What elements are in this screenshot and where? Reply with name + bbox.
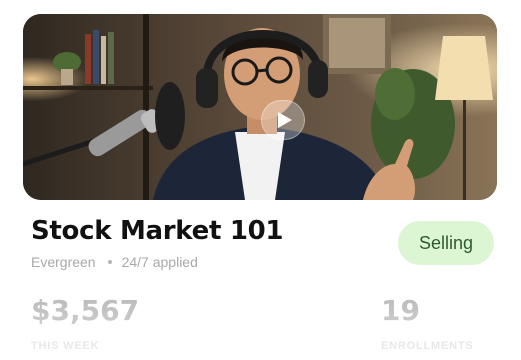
course-type: Evergreen xyxy=(31,254,96,270)
play-icon xyxy=(278,112,292,128)
stat-revenue-value: $3,567 xyxy=(31,294,140,327)
video-thumbnail-image xyxy=(23,14,497,200)
course-title: Stock Market 101 xyxy=(31,216,284,246)
stat-enrollments-value: 19 xyxy=(381,294,420,327)
meta-separator-dot xyxy=(107,260,112,264)
stat-enrollments-label: ENROLLMENTS xyxy=(381,340,474,352)
course-schedule: 24/7 applied xyxy=(121,254,198,270)
video-thumbnail[interactable] xyxy=(23,14,497,200)
status-badge: Selling xyxy=(398,221,494,265)
play-button[interactable] xyxy=(261,100,305,140)
course-card: Stock Market 101 Evergreen 24/7 applied … xyxy=(0,0,521,360)
stat-revenue-label: THIS WEEK xyxy=(31,340,100,352)
course-meta: Evergreen 24/7 applied xyxy=(31,254,198,270)
